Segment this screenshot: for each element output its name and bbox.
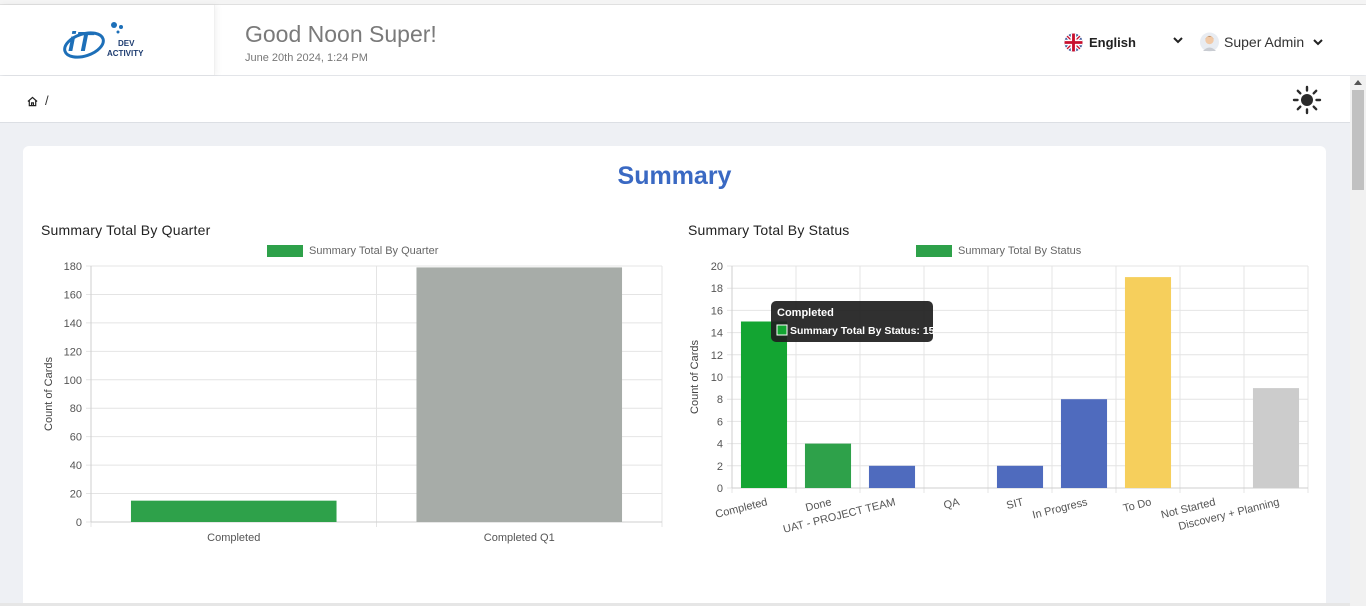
user-chevron-down-icon[interactable] — [1312, 37, 1324, 47]
breadcrumb-separator: / — [45, 93, 49, 108]
logo-text-dev: DEV — [118, 39, 135, 48]
y-tick-label: 8 — [717, 394, 723, 406]
scroll-up-arrow-icon[interactable] — [1354, 80, 1362, 85]
y-tick-label: 100 — [64, 375, 82, 387]
y-axis-label: Count of Cards — [43, 357, 55, 431]
scrollbar-thumb[interactable] — [1352, 90, 1364, 190]
vertical-scrollbar[interactable] — [1350, 76, 1366, 606]
quarter-bar-chart: 0 20 40 60 80 100 120 140 160 180 Count of Cards Co… — [43, 261, 663, 544]
bar-in-progress — [1060, 399, 1108, 488]
svg-text:iT: iT — [68, 26, 96, 57]
header-bar: iT DEV ACTIVITY Good Noon Super! June 20… — [0, 5, 1366, 75]
logo-panel[interactable]: iT DEV ACTIVITY — [0, 5, 215, 75]
y-axis-label: Count of Cards — [689, 340, 701, 414]
y-tick-label: 14 — [711, 328, 723, 340]
language-label: English — [1089, 34, 1136, 50]
tooltip-title: Completed — [777, 307, 834, 319]
breadcrumb: / — [0, 76, 1350, 123]
y-tick-label: 20 — [711, 261, 723, 273]
y-tick-label: 16 — [711, 305, 723, 317]
y-tick-label: 180 — [64, 261, 82, 273]
y-tick-label: 10 — [711, 372, 723, 384]
x-tick-label: Completed — [207, 532, 260, 544]
logo-text-activity: ACTIVITY — [107, 49, 144, 58]
y-tick-label: 80 — [70, 403, 82, 415]
uk-flag-icon — [1064, 32, 1083, 52]
chart-tooltip: Completed Summary Total By Status: 15 — [771, 301, 935, 342]
logo[interactable]: iT DEV ACTIVITY — [62, 19, 157, 63]
y-tick-label: 6 — [717, 416, 723, 428]
summary-card: Summary Summary Total By Quarter Summary… — [23, 146, 1326, 606]
x-tick-label: To Do — [1122, 496, 1153, 515]
bar-completed — [130, 500, 337, 522]
y-tick-label: 60 — [70, 432, 82, 444]
avatar — [1200, 32, 1219, 52]
y-tick-label: 140 — [64, 318, 82, 330]
home-icon[interactable] — [27, 96, 38, 107]
y-tick-label: 12 — [711, 350, 723, 362]
bar-discovery-planning — [1252, 388, 1300, 488]
y-tick-label: 120 — [64, 346, 82, 358]
status-bar-chart: 0 2 4 6 8 10 12 14 16 18 20 Count of Cards Completed… — [689, 261, 1309, 536]
x-tick-label: Completed Q1 — [484, 532, 555, 544]
y-tick-label: 20 — [70, 489, 82, 501]
current-date: June 20th 2024, 1:24 PM — [245, 52, 368, 64]
tooltip-text: Summary Total By Status: 15 — [790, 325, 935, 337]
bar-completed — [740, 321, 788, 488]
x-tick-label: In Progress — [1031, 496, 1089, 521]
bar-to-do — [1124, 277, 1172, 488]
bar-completed-q1 — [416, 267, 623, 522]
user-menu[interactable]: Super Admin — [1200, 31, 1324, 53]
y-tick-label: 40 — [70, 460, 82, 472]
language-selector[interactable]: English — [1064, 32, 1136, 52]
y-tick-label: 2 — [717, 461, 723, 473]
y-tick-label: 0 — [76, 517, 82, 529]
quarter-chart-heading: Summary Total By Quarter — [41, 222, 211, 238]
bar-sit — [996, 465, 1044, 488]
x-tick-label: SIT — [1005, 496, 1025, 512]
x-tick-label: QA — [942, 496, 961, 512]
x-tick-label: Completed — [714, 496, 769, 521]
tooltip-swatch — [776, 324, 788, 336]
greeting-text: Good Noon Super! — [245, 21, 437, 47]
y-tick-label: 4 — [717, 439, 723, 451]
sun-icon[interactable] — [1292, 85, 1322, 115]
y-tick-label: 18 — [711, 283, 723, 295]
user-name: Super Admin — [1224, 34, 1305, 50]
page-title: Summary — [617, 162, 732, 190]
y-tick-label: 0 — [717, 483, 723, 495]
language-chevron-down-icon[interactable] — [1172, 35, 1184, 45]
bar-uat-project-team — [868, 465, 916, 488]
x-tick-label: UAT - PROJECT TEAM — [782, 496, 897, 536]
y-tick-label: 160 — [64, 289, 82, 301]
status-chart-heading: Summary Total By Status — [688, 222, 850, 238]
bar-done — [804, 443, 852, 488]
